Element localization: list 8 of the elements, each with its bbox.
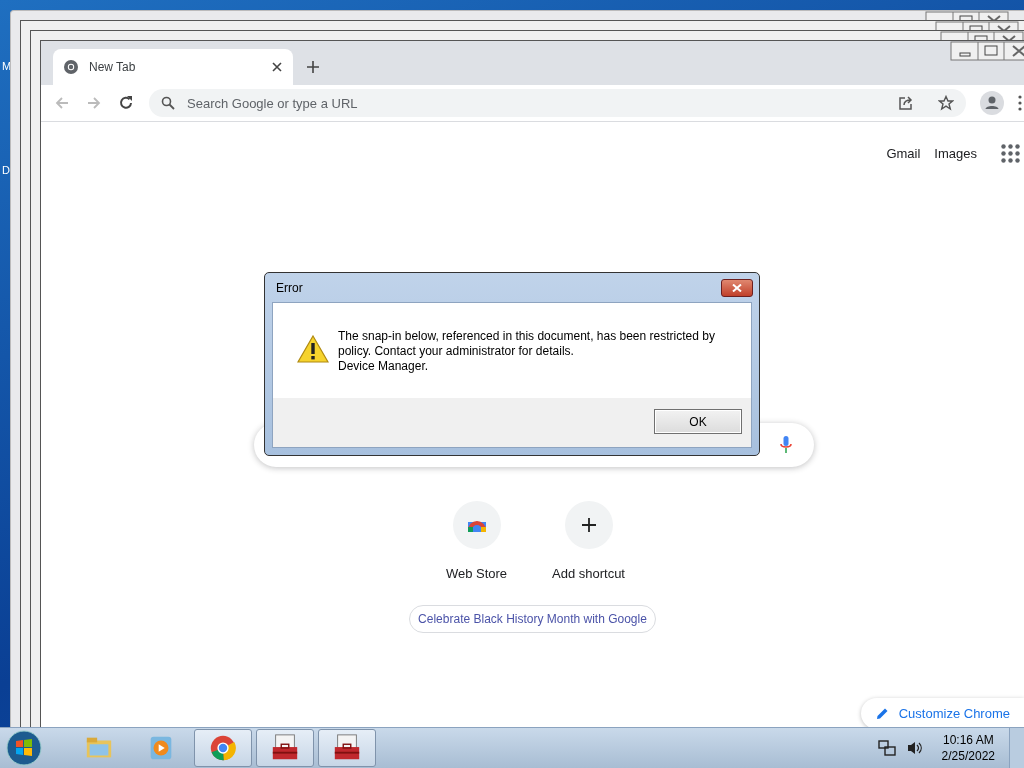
dialog-title: Error bbox=[275, 280, 303, 295]
snap-in-name: Device Manager. bbox=[338, 359, 430, 374]
shortcut-label: Web Store bbox=[445, 566, 508, 581]
desktop-icon-label: M bbox=[2, 60, 12, 72]
desktop-icon-label: D bbox=[2, 164, 10, 176]
tab-title: New Tab bbox=[89, 60, 137, 74]
error-message: The snap-in below, referenced in this document, has been restricted by policy. Contact your administrator for details. bbox=[338, 329, 716, 359]
shortcut-label: Add shortcut bbox=[552, 566, 625, 581]
